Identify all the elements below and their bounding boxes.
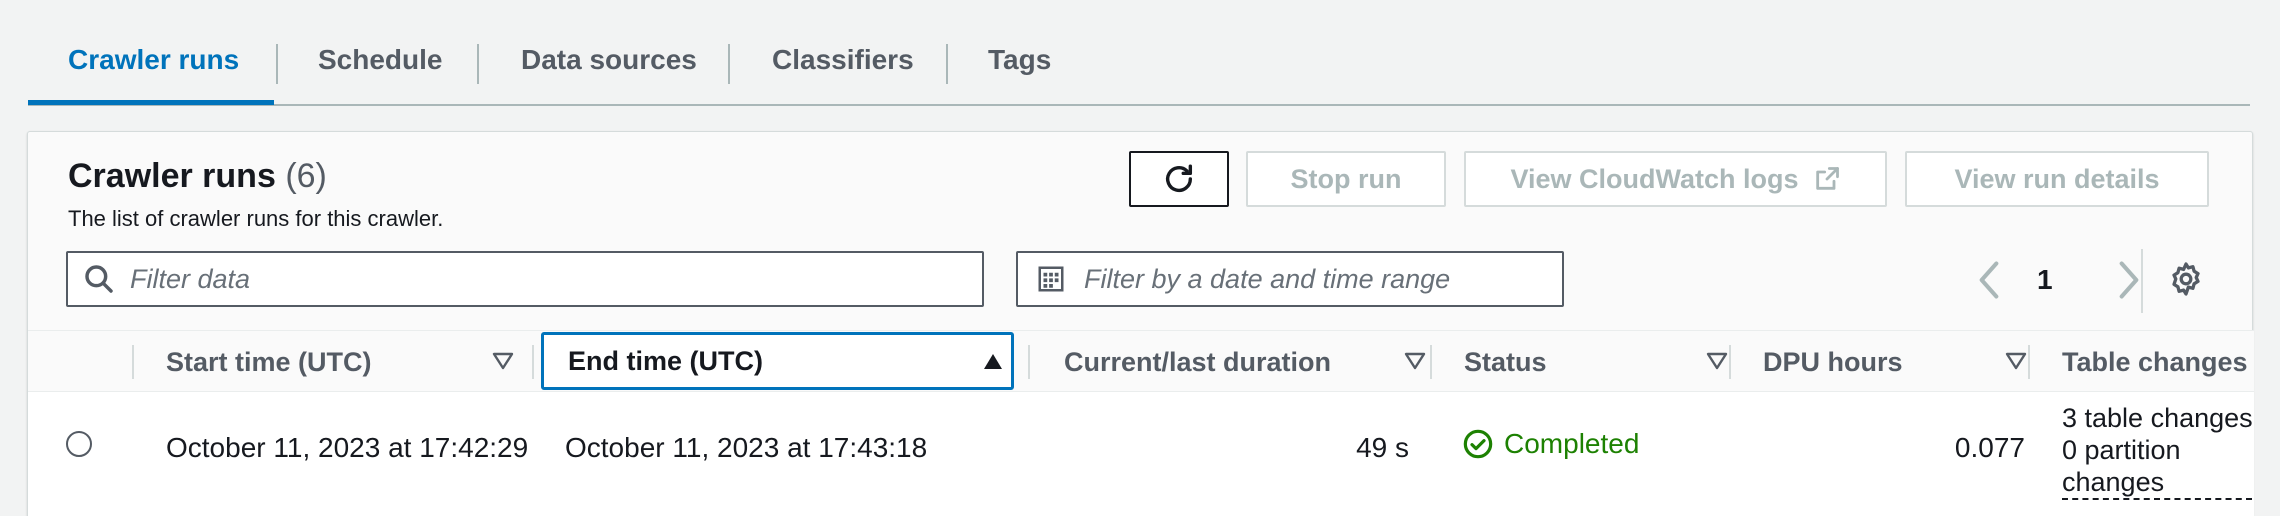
table-changes-line: changes <box>2062 466 2252 500</box>
column-table-changes[interactable]: Table changes <box>2062 331 2252 393</box>
start-time-cell: October 11, 2023 at 17:42:29 <box>166 432 529 463</box>
previous-page-icon[interactable] <box>1976 258 2002 302</box>
date-filter-placeholder: Filter by a date and time range <box>1084 263 1451 294</box>
tab-data-sources[interactable]: Data sources <box>521 44 697 76</box>
table-changes-line: 3 table changes, <box>2062 403 2252 433</box>
panel-description: The list of crawler runs for this crawle… <box>68 206 444 231</box>
sort-ascending-icon <box>984 354 1002 369</box>
view-run-details-button[interactable]: View run details <box>1905 151 2209 207</box>
column-divider <box>2028 345 2030 379</box>
column-label: Status <box>1464 346 1547 377</box>
view-cloudwatch-logs-button[interactable]: View CloudWatch logs <box>1464 151 1887 207</box>
external-link-icon <box>1815 167 1839 190</box>
sort-caret-icon <box>2005 352 2027 370</box>
column-divider <box>532 345 534 379</box>
column-duration[interactable]: Current/last duration <box>1064 331 1444 393</box>
table-row[interactable]: October 11, 2023 at 17:42:29 October 11,… <box>28 392 2254 516</box>
tab-divider <box>728 44 730 84</box>
search-icon <box>68 263 130 295</box>
column-end-time[interactable]: End time (UTC) <box>541 332 1014 390</box>
calendar-icon <box>1018 264 1084 294</box>
column-divider <box>1729 345 1731 379</box>
table-changes-cell[interactable]: 3 table changes, 0 partition changes <box>2062 402 2252 500</box>
pager-divider <box>2141 249 2143 313</box>
next-page-icon[interactable] <box>2116 258 2142 302</box>
filter-input[interactable]: Filter data <box>66 251 984 307</box>
panel-title-text: Crawler runs <box>68 157 276 195</box>
column-divider <box>132 345 134 379</box>
sort-caret-icon <box>1706 352 1728 370</box>
tab-bar: Crawler runs Schedule Data sources Class… <box>28 0 2250 106</box>
view-details-label: View run details <box>1954 163 2160 194</box>
column-label: DPU hours <box>1763 346 1903 377</box>
end-time-cell: October 11, 2023 at 17:43:18 <box>565 432 928 463</box>
tab-tags[interactable]: Tags <box>988 44 1051 76</box>
column-divider <box>1430 345 1432 379</box>
gear-icon[interactable] <box>2168 261 2204 297</box>
column-label: End time (UTC) <box>568 345 763 376</box>
stop-run-button[interactable]: Stop run <box>1246 151 1446 207</box>
table-changes-line: 0 partition <box>2062 435 2181 465</box>
date-range-filter[interactable]: Filter by a date and time range <box>1016 251 1564 307</box>
refresh-icon <box>1165 164 1193 192</box>
tab-crawler-runs[interactable]: Crawler runs <box>68 44 239 76</box>
view-logs-label: View CloudWatch logs <box>1510 163 1799 194</box>
duration-cell: 49 s <box>1356 432 1409 463</box>
column-label: Table changes <box>2062 346 2248 377</box>
stop-run-label: Stop run <box>1290 163 1402 194</box>
tab-divider <box>276 44 278 84</box>
crawler-runs-panel: Crawler runs (6) The list of crawler run… <box>27 131 2254 516</box>
active-tab-indicator <box>28 100 274 105</box>
tab-divider <box>477 44 479 84</box>
tab-schedule[interactable]: Schedule <box>318 44 442 76</box>
column-divider <box>1028 345 1030 379</box>
status-text: Completed <box>1504 428 1640 459</box>
current-page[interactable]: 1 <box>2037 264 2053 296</box>
sort-caret-icon <box>492 352 514 370</box>
column-start-time[interactable]: Start time (UTC) <box>166 331 556 393</box>
dpu-hours-cell: 0.077 <box>1954 432 2025 463</box>
run-count: (6) <box>285 157 327 195</box>
status-badge: Completed <box>1462 428 1639 460</box>
row-select-radio[interactable] <box>66 431 92 457</box>
tab-classifiers[interactable]: Classifiers <box>772 44 914 76</box>
tab-divider <box>946 44 948 84</box>
column-status[interactable]: Status <box>1464 331 1744 393</box>
sort-caret-icon <box>1404 352 1426 370</box>
column-label: Start time (UTC) <box>166 346 372 377</box>
filter-placeholder: Filter data <box>130 263 251 294</box>
column-dpu-hours[interactable]: DPU hours <box>1763 331 2043 393</box>
refresh-button[interactable] <box>1129 151 1229 207</box>
success-check-icon <box>1463 429 1493 459</box>
column-label: Current/last duration <box>1064 346 1332 377</box>
panel-title: Crawler runs (6) <box>68 157 327 196</box>
table-header: Start time (UTC) End time (UTC) Current/… <box>28 330 2254 392</box>
